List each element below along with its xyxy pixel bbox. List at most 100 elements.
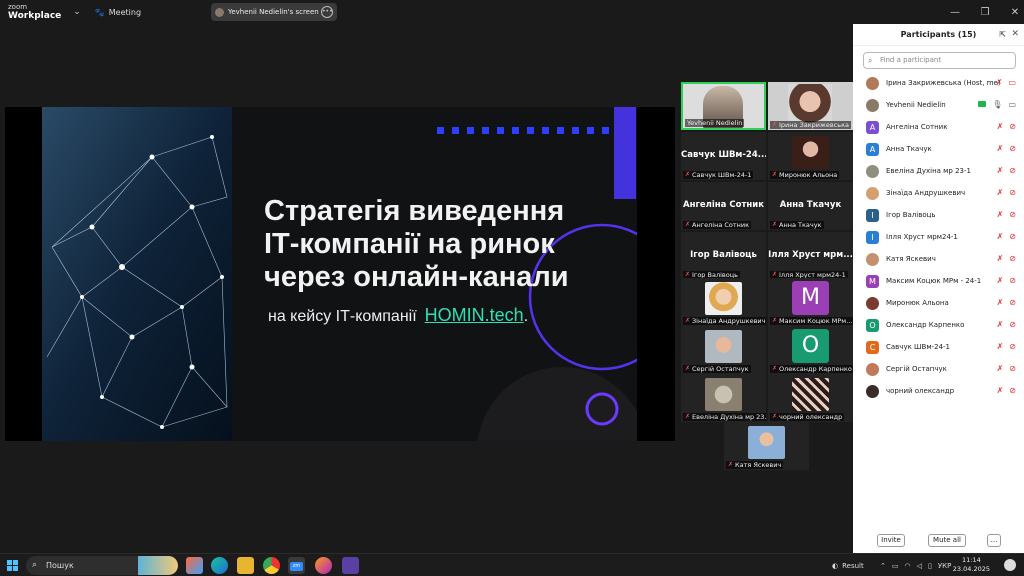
video-tile[interactable]: ✗ Катя Яскевич (724, 422, 809, 470)
mic-icon[interactable]: 🎙 (992, 100, 1002, 109)
clock[interactable]: 11:14 23.04.2025 (953, 556, 990, 574)
search-input[interactable]: ⌕ Find a participant (863, 52, 1016, 69)
meeting-menu[interactable]: 🐾 Meeting (95, 8, 141, 17)
mic-muted-icon[interactable]: ✗ (997, 232, 1004, 241)
participant-row[interactable]: A Анна Ткачук ✗ ⊘ (853, 138, 1024, 160)
mute-all-button[interactable]: Mute all (928, 534, 966, 547)
maximize-button[interactable]: ❐ (970, 7, 1000, 18)
windows-start-icon[interactable] (7, 560, 18, 571)
video-off-icon[interactable]: ⊘ (1009, 210, 1016, 219)
chevron-up-icon[interactable]: ⌃ (880, 562, 886, 570)
network-image (42, 107, 232, 441)
language-indicator[interactable]: УКР (938, 562, 951, 570)
search-placeholder: Find a participant (880, 56, 942, 64)
mic-muted-icon[interactable]: ✗ (996, 78, 1003, 87)
participant-row[interactable]: Евеліна Духіна мр 23-1 ✗ ⊘ (853, 160, 1024, 182)
video-off-icon[interactable]: ⊘ (1009, 386, 1016, 395)
video-tile[interactable]: Yevhenii Nedielin (681, 82, 766, 130)
video-off-icon[interactable]: ⊘ (1009, 166, 1016, 175)
participant-row[interactable]: Миронюк Альона ✗ ⊘ (853, 292, 1024, 314)
participant-status: ✗ ⊘ (997, 166, 1016, 175)
tile-name: ✗ Ангеліна Сотник (683, 221, 752, 229)
notification-icon[interactable] (1004, 559, 1016, 571)
video-off-icon[interactable]: ⊘ (1009, 320, 1016, 329)
file-explorer-icon[interactable] (237, 557, 254, 574)
participant-row[interactable]: O Олександр Карпенко ✗ ⊘ (853, 314, 1024, 336)
mic-muted-icon[interactable]: ✗ (997, 386, 1004, 395)
participant-row[interactable]: Ірина Закрижевська (Host, me) ✗ ▭ (853, 72, 1024, 94)
video-off-icon[interactable]: ⊘ (1009, 188, 1016, 197)
edge-icon[interactable] (211, 557, 228, 574)
firefox-icon[interactable] (315, 557, 332, 574)
battery-icon[interactable]: ▯ (928, 562, 932, 570)
taskbar-search[interactable]: ⌕ Пошук (26, 556, 178, 575)
volume-icon[interactable]: ◁ (917, 562, 922, 570)
screen-share-indicator[interactable]: Yevhenii Nedielin's screen ••• (211, 3, 337, 21)
app-icon[interactable] (342, 557, 359, 574)
video-icon[interactable]: ▭ (1008, 78, 1016, 87)
avatar: O (866, 318, 879, 332)
participant-row[interactable]: M Максим Коцюк МРм - 24-1 ✗ ⊘ (853, 270, 1024, 292)
video-tile[interactable]: Анна Ткачук ✗ Анна Ткачук (768, 182, 853, 230)
mic-muted-icon[interactable]: ✗ (997, 188, 1004, 197)
mic-muted-icon[interactable]: ✗ (997, 364, 1004, 373)
participant-row[interactable]: Зінаїда Андрушкевич ✗ ⊘ (853, 182, 1024, 204)
chrome-icon[interactable] (263, 557, 280, 574)
close-icon[interactable]: ✕ (1011, 29, 1019, 39)
video-off-icon[interactable]: ⊘ (1009, 122, 1016, 131)
video-off-icon[interactable]: ⊘ (1009, 364, 1016, 373)
mic-muted-icon[interactable]: ✗ (997, 276, 1004, 285)
video-tile[interactable]: Ігор Валівоць ✗ Ігор Валівоць (681, 232, 766, 280)
video-off-icon[interactable]: ⊘ (1009, 342, 1016, 351)
mic-muted-icon[interactable]: ✗ (997, 320, 1004, 329)
more-button[interactable]: ... (987, 534, 1001, 547)
video-tile[interactable]: Савчук ШВм-24... ✗ Савчук ШВм-24-1 (681, 132, 766, 180)
participant-row[interactable]: I Ігор Валівоць ✗ ⊘ (853, 204, 1024, 226)
participant-row[interactable]: Сергій Остапчук ✗ ⊘ (853, 358, 1024, 380)
avatar: I (866, 208, 879, 222)
minimize-button[interactable]: — (940, 7, 970, 18)
zoom-taskbar-icon[interactable]: zm (288, 557, 305, 574)
video-off-icon[interactable]: ⊘ (1009, 298, 1016, 307)
mic-muted-icon[interactable]: ✗ (997, 342, 1004, 351)
shared-screen[interactable]: Стратегія виведення ІТ-компанії на ринок… (5, 107, 675, 441)
wifi-icon[interactable]: ◠ (905, 562, 911, 570)
video-tile[interactable]: ✗ Сергій Остапчук (681, 326, 766, 374)
video-tile[interactable]: ✗ чорний олександр (768, 374, 853, 422)
participant-row[interactable]: C Савчук ШВм-24-1 ✗ ⊘ (853, 336, 1024, 358)
chevron-down-icon[interactable]: ⌄ (73, 7, 81, 17)
taskbar-search-label: Пошук (46, 561, 74, 570)
weather-widget[interactable]: ◐ Result (832, 554, 864, 576)
mic-muted-icon[interactable]: ✗ (997, 166, 1004, 175)
pop-out-icon[interactable]: ⇱ (999, 30, 1006, 39)
mic-muted-icon[interactable]: ✗ (997, 122, 1004, 131)
video-tile[interactable]: ✗ Ірина Закрижевська (768, 82, 853, 130)
mic-muted-icon[interactable]: ✗ (997, 210, 1004, 219)
video-tile[interactable]: M ✗ Максим Коцюк МРм... (768, 278, 853, 326)
video-off-icon[interactable]: ⊘ (1009, 276, 1016, 285)
mic-muted-icon[interactable]: ✗ (997, 254, 1004, 263)
video-tile[interactable]: Ангеліна Сотник ✗ Ангеліна Сотник (681, 182, 766, 230)
video-off-icon[interactable]: ⊘ (1009, 254, 1016, 263)
participant-row[interactable]: Yevhenii Nedielin 🎙 ▭ (853, 94, 1024, 116)
video-off-icon[interactable]: ⊘ (1009, 144, 1016, 153)
video-tile[interactable]: ✗ Зінаїда Андрушкевич (681, 278, 766, 326)
video-icon[interactable]: ▭ (1008, 100, 1016, 109)
mic-muted-icon[interactable]: ✗ (997, 298, 1004, 307)
participant-name: Ангеліна Сотник (886, 123, 948, 131)
video-off-icon[interactable]: ⊘ (1009, 232, 1016, 241)
video-tile[interactable]: Ілля Хруст мрм... ✗ Ілля Хруст мрм24-1 (768, 232, 853, 280)
video-tile[interactable]: O ✗ Олександр Карпенко (768, 326, 853, 374)
participant-row[interactable]: чорний олександр ✗ ⊘ (853, 380, 1024, 402)
copilot-icon[interactable] (186, 557, 203, 574)
video-tile[interactable]: ✗ Евеліна Духіна мр 23... (681, 374, 766, 422)
video-tile[interactable]: ✗ Миронюк Альона (768, 132, 853, 180)
mic-muted-icon[interactable]: ✗ (997, 144, 1004, 153)
invite-button[interactable]: Invite (877, 534, 905, 547)
participant-row[interactable]: Катя Яскевич ✗ ⊘ (853, 248, 1024, 270)
participant-row[interactable]: A Ангеліна Сотник ✗ ⊘ (853, 116, 1024, 138)
more-options-icon[interactable]: ••• (321, 6, 333, 18)
participant-row[interactable]: I Ілля Хруст мрм24-1 ✗ ⊘ (853, 226, 1024, 248)
network-icon[interactable]: ▭ (892, 562, 899, 570)
close-button[interactable]: ✕ (1000, 7, 1024, 18)
